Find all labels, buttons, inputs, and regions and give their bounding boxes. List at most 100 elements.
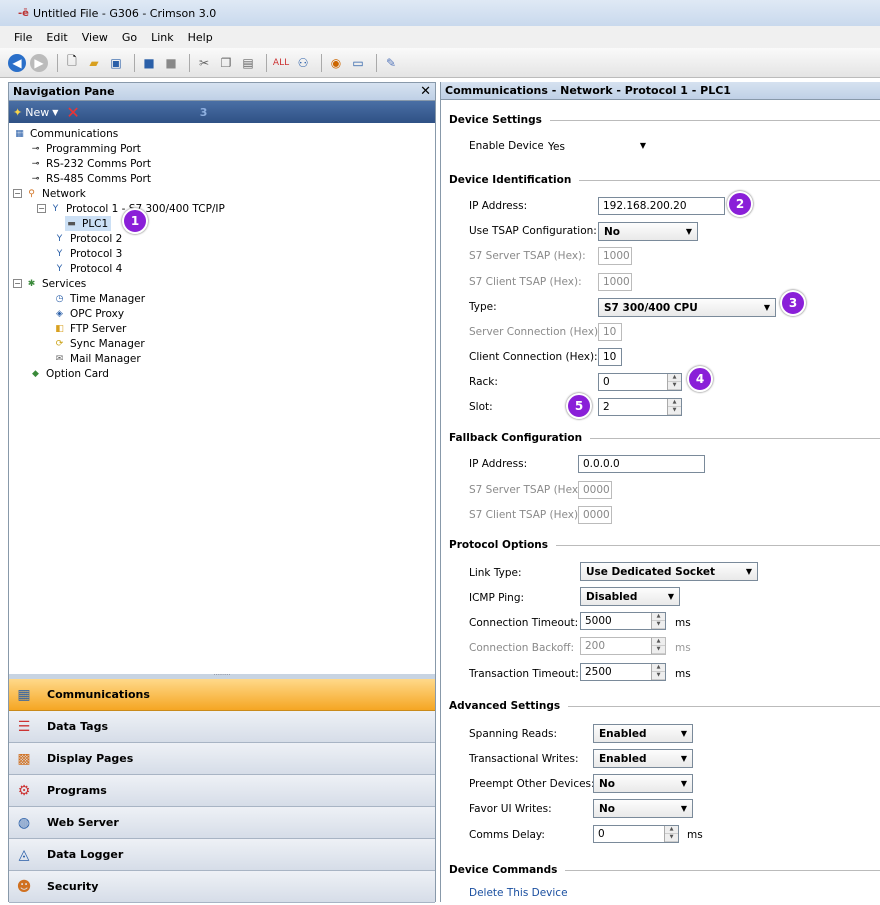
collapse-icon[interactable]: − (37, 204, 46, 213)
section-device-identification: Device Identification (449, 174, 880, 186)
open-folder-icon[interactable]: ▰ (85, 54, 103, 72)
chevron-down-icon: ▼ (52, 107, 59, 117)
preempt-devices-select[interactable]: No ▼ (593, 774, 693, 793)
toolbar-divider (189, 53, 190, 72)
tree-item-protocol3[interactable]: Y Protocol 3 (53, 246, 123, 261)
paste-icon[interactable]: ▤ (239, 54, 257, 72)
section-divider (590, 437, 880, 439)
category-security[interactable]: ☻ Security (9, 871, 435, 903)
tree-item-plc1[interactable]: ▬ PLC1 (65, 216, 112, 231)
mail-icon: ✉ (55, 353, 64, 364)
monitor-icon[interactable]: ▭ (349, 54, 367, 72)
communications-icon: ▦ (15, 128, 24, 139)
category-communications[interactable]: ▦ Communications (9, 679, 435, 711)
spin-buttons[interactable]: ▲ ▼ (667, 399, 681, 415)
spin-buttons[interactable]: ▲ ▼ (651, 613, 665, 629)
client-connection-input[interactable]: 10 (598, 348, 622, 366)
connection-timeout-stepper[interactable]: 5000 ▲ ▼ (580, 612, 666, 630)
forward-icon[interactable]: ▶ (30, 53, 48, 72)
port-icon: ⊸ (31, 173, 40, 184)
fallback-client-tsap-label: S7 Client TSAP (Hex): (469, 509, 582, 521)
tree-item-protocol2[interactable]: Y Protocol 2 (53, 231, 123, 246)
spin-buttons[interactable]: ▲ ▼ (667, 374, 681, 390)
cut-icon[interactable]: ✂ (195, 54, 213, 72)
tree-item-programming-port[interactable]: ⊸ Programming Port (29, 141, 141, 156)
spanning-reads-label: Spanning Reads: (469, 728, 558, 740)
copy-icon[interactable]: ❐ (217, 54, 235, 72)
favor-ui-writes-label: Favor UI Writes: (469, 803, 552, 815)
icmp-ping-select[interactable]: Disabled ▼ (580, 587, 680, 606)
menu-file[interactable]: File (14, 31, 32, 44)
tree-item-sync-manager[interactable]: ⟳ Sync Manager (53, 336, 145, 351)
tree-item-communications[interactable]: ▦ Communications (13, 126, 118, 141)
tree-item-time-manager[interactable]: ◷ Time Manager (53, 291, 146, 306)
device-properties-pane: Communications - Network - Protocol 1 - … (440, 82, 880, 902)
device-icon: ▬ (67, 218, 76, 229)
new-button[interactable]: ✦ New ▼ (13, 106, 58, 119)
section-divider (579, 179, 880, 181)
favor-ui-writes-select[interactable]: No ▼ (593, 799, 693, 818)
comms-delay-stepper[interactable]: 0 ▲ ▼ (593, 825, 679, 843)
tree-item-network[interactable]: − ⚲ Network (13, 186, 86, 201)
spanning-reads-select[interactable]: Enabled ▼ (593, 724, 693, 743)
spin-buttons[interactable]: ▲ ▼ (651, 664, 665, 680)
menu-go[interactable]: Go (122, 31, 137, 44)
ftp-icon: ◧ (55, 323, 64, 334)
tree-item-option-card[interactable]: ◆ Option Card (29, 366, 109, 381)
category-display-pages[interactable]: ▩ Display Pages (9, 743, 435, 775)
type-select[interactable]: S7 300/400 CPU ▼ (598, 298, 776, 317)
protocol-icon: Y (56, 248, 63, 259)
category-data-logger[interactable]: ◬ Data Logger (9, 839, 435, 871)
tree-item-rs485[interactable]: ⊸ RS-485 Comms Port (29, 171, 151, 186)
section-divider (549, 119, 880, 121)
tool-icon[interactable]: ✎ (382, 54, 400, 72)
link-type-select[interactable]: Use Dedicated Socket ▼ (580, 562, 758, 581)
category-data-tags[interactable]: ☰ Data Tags (9, 711, 435, 743)
tree-item-protocol4[interactable]: Y Protocol 4 (53, 261, 123, 276)
collapse-icon[interactable]: − (13, 189, 22, 198)
spin-buttons[interactable]: ▲ ▼ (664, 826, 678, 842)
ip-address-input[interactable]: 192.168.200.20 (598, 197, 725, 215)
transaction-timeout-stepper[interactable]: 2500 ▲ ▼ (580, 663, 666, 681)
programs-icon: ⚙ (17, 782, 31, 799)
tree-item-services[interactable]: − ✱ Services (13, 276, 86, 291)
category-programs[interactable]: ⚙ Programs (9, 775, 435, 807)
menu-edit[interactable]: Edit (46, 31, 67, 44)
category-bar: ▦ Communications ☰ Data Tags ▩ Display Page… (9, 679, 435, 903)
toolbar-divider (57, 53, 58, 72)
port-icon: ⊸ (31, 158, 40, 169)
fallback-ip-input[interactable]: 0.0.0.0 (578, 455, 705, 473)
tree-item-opc-proxy[interactable]: ◈ OPC Proxy (53, 306, 124, 321)
enable-device-label: Enable Device: (469, 140, 548, 152)
close-icon[interactable]: ✕ (420, 84, 431, 99)
collapse-icon[interactable]: − (13, 279, 22, 288)
tree-item-rs232[interactable]: ⊸ RS-232 Comms Port (29, 156, 151, 171)
delete-device-link[interactable]: Delete This Device (469, 887, 568, 899)
new-file-icon[interactable]: 🗋 (63, 54, 81, 72)
find-icon[interactable]: ALL (272, 54, 290, 72)
upload-icon[interactable]: ■ (162, 54, 180, 72)
tsap-config-select[interactable]: No ▼ (598, 222, 698, 241)
enable-device-select[interactable]: Yes ▼ (543, 137, 651, 156)
link-icon[interactable]: ⚇ (294, 54, 312, 72)
transactional-writes-select[interactable]: Enabled ▼ (593, 749, 693, 768)
save-icon[interactable]: ▣ (107, 54, 125, 72)
connection-timeout-label: Connection Timeout: (469, 617, 579, 629)
menu-view[interactable]: View (82, 31, 108, 44)
category-web-server[interactable]: ◍ Web Server (9, 807, 435, 839)
back-icon[interactable]: ◀ (8, 53, 26, 72)
tree-item-ftp-server[interactable]: ◧ FTP Server (53, 321, 126, 336)
delete-icon[interactable]: ✕ (66, 103, 79, 122)
eye-icon[interactable]: ◉ (327, 54, 345, 72)
section-divider (568, 705, 880, 707)
menu-link[interactable]: Link (151, 31, 174, 44)
chevron-down-icon: ▼ (685, 227, 692, 236)
ip-address-label: IP Address: (469, 200, 528, 212)
navigation-pane: Navigation Pane ✕ ✦ New ▼ ✕ 3 ▦ Communica… (8, 82, 436, 903)
rack-stepper[interactable]: 0 ▲ ▼ (598, 373, 682, 391)
download-icon[interactable]: ■ (140, 54, 158, 72)
window-title: Untitled File - G306 - Crimson 3.0 (32, 6, 217, 20)
menu-help[interactable]: Help (188, 31, 213, 44)
tree-item-mail-manager[interactable]: ✉ Mail Manager (53, 351, 141, 366)
slot-stepper[interactable]: 2 ▲ ▼ (598, 398, 682, 416)
